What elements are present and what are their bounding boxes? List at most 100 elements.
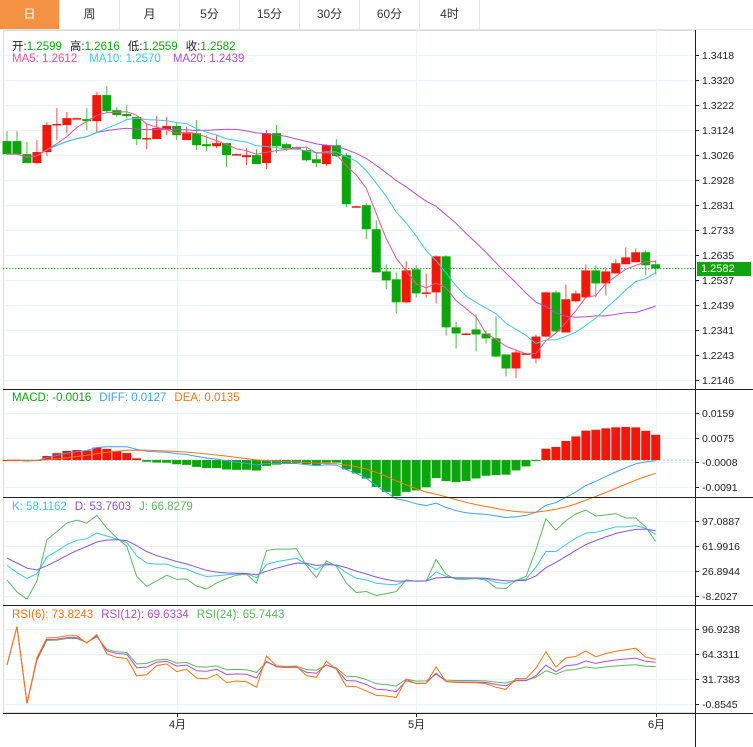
rsi-axis-label: -0.8545 [702,698,738,711]
candle [391,272,401,314]
candle-body [451,327,461,334]
kdj-axis-label: 61.9916 [702,540,740,553]
rsi-axis-label: 31.7383 [702,673,740,686]
low-value: 1.2559 [142,41,178,53]
candle [431,255,441,304]
price-axis-label: 1.2537 [702,274,735,287]
candle-body [102,95,112,112]
candle-body [281,144,291,149]
candle [182,127,192,141]
rsi-panel [6,626,656,704]
candle [461,332,471,335]
candle [501,354,511,377]
macd-axis-label: 0.0075 [702,432,735,445]
macd-bar [182,460,192,465]
macd-bar [202,460,212,469]
candle [252,149,261,165]
j-value: J: 66.8279 [139,501,193,513]
candle [471,314,481,352]
close-value: 1.2582 [200,41,236,53]
price-axis-label: 1.2439 [702,299,735,312]
macd-axis-label: -0.0091 [702,481,738,494]
candle-body [202,144,212,147]
candle [571,290,581,303]
candle [411,265,421,298]
candle [32,140,42,165]
candle-body [62,118,72,126]
candle-body [511,352,521,369]
candle-body [311,159,321,164]
ma-legend: MA5: 1.2612 MA10: 1.2570 MA20: 1.2439 [12,53,244,65]
candle [261,130,271,170]
candle [591,265,601,298]
candle [381,264,391,290]
macd-bar [401,460,411,492]
macd-bar [391,460,401,497]
macd-bar [192,460,202,467]
kdj-axis-label: 26.8944 [702,565,740,578]
close-label: 收: [185,41,201,53]
candle-body [481,333,491,339]
candle-body [242,155,252,158]
macd-bar [651,434,661,461]
candle-body [411,269,421,294]
candle [421,273,431,298]
candle-body [591,270,601,284]
candle [92,92,102,133]
macd-bar [331,460,341,463]
candle-body [2,141,12,155]
candle [321,144,331,167]
candle [651,259,661,275]
candle-body [381,271,391,281]
candle [631,248,641,263]
open-value: 1.2599 [26,41,62,53]
candle [12,131,22,156]
macd-bar [591,429,601,461]
candle-body [182,133,192,141]
candle-body [541,292,551,337]
price-axis-label: 1.2146 [702,374,735,387]
macd-bar [242,460,252,470]
candle-body [132,117,142,140]
candle [581,264,591,298]
ma5-legend: MA5: 1.2612 [12,53,78,65]
macd-bar [631,427,641,461]
price-axis-label: 1.2635 [702,249,735,262]
candle-body [431,256,441,293]
rsi-axis-label: 96.9238 [702,623,740,636]
candle [162,117,172,136]
x-axis-label: 4月 [168,719,187,731]
candle-body [72,118,82,120]
candle-body [461,333,471,335]
diff-value: DIFF: 0.0127 [99,392,167,404]
chart-canvas[interactable] [0,0,753,747]
price-axis-label: 1.3222 [702,99,735,112]
candle-body [351,206,361,208]
macd-bar [102,448,112,461]
candle [541,291,551,338]
candle [441,255,451,336]
rsi6-line [6,626,656,704]
macd-bar [212,460,222,469]
x-axis-label: 6月 [647,719,666,731]
candle [142,123,152,150]
candle-body [621,257,631,265]
candle-body [22,154,32,164]
candle [451,321,461,349]
price-axis-label: 1.3124 [702,124,735,137]
high-value: 1.2616 [84,41,120,53]
price-axis-label: 1.2831 [702,199,735,212]
macd-bar [441,460,451,482]
macd-bar [541,448,551,461]
candle [481,330,491,344]
ma10-legend: MA10: 1.2570 [89,53,161,65]
high-label: 高: [69,41,85,53]
kdj-axis-label: 97.0887 [702,515,740,528]
candle-body [631,252,641,263]
macd-bar [511,460,521,471]
open-label: 开: [12,41,27,53]
j-line [6,509,657,600]
candle [222,143,232,168]
macd-bar [142,460,152,462]
candle [311,152,321,168]
